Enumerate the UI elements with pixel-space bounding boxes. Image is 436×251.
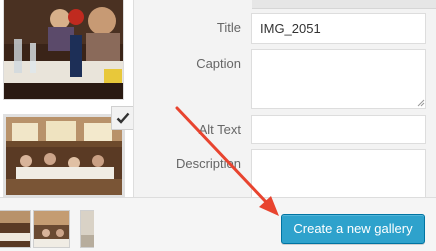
checkmark-icon [116, 112, 130, 124]
photo-restaurant-table [4, 0, 123, 99]
alt-text-label: Alt Text [198, 122, 241, 137]
title-field[interactable]: IMG_2051 [251, 13, 426, 44]
caption-textarea[interactable] [251, 49, 426, 109]
create-new-gallery-button[interactable]: Create a new gallery [281, 214, 425, 244]
photo-dining-room [6, 117, 122, 195]
caption-label: Caption [196, 56, 241, 71]
description-textarea[interactable] [251, 149, 426, 197]
title-label: Title [216, 20, 241, 35]
selection-thumbnail[interactable] [33, 210, 70, 248]
photo-thumbnail-icon [0, 211, 30, 247]
attachment-thumbnail[interactable] [3, 0, 124, 100]
attachments-grid [0, 0, 135, 198]
description-label: Description [175, 156, 241, 171]
photo-thumbnail-icon [81, 211, 94, 247]
selected-check-button[interactable] [111, 106, 135, 130]
attachment-details-panel: Title IMG_2051 Caption Alt Text Descript… [133, 0, 436, 197]
selection-thumbnail[interactable] [80, 210, 94, 248]
details-header-strip [252, 0, 436, 9]
attachment-thumbnail-selected[interactable] [3, 114, 125, 198]
alt-text-field[interactable] [251, 115, 426, 144]
resize-grip-icon[interactable] [417, 99, 425, 107]
photo-thumbnail-icon [34, 211, 69, 247]
selection-thumbnail[interactable] [0, 210, 31, 248]
